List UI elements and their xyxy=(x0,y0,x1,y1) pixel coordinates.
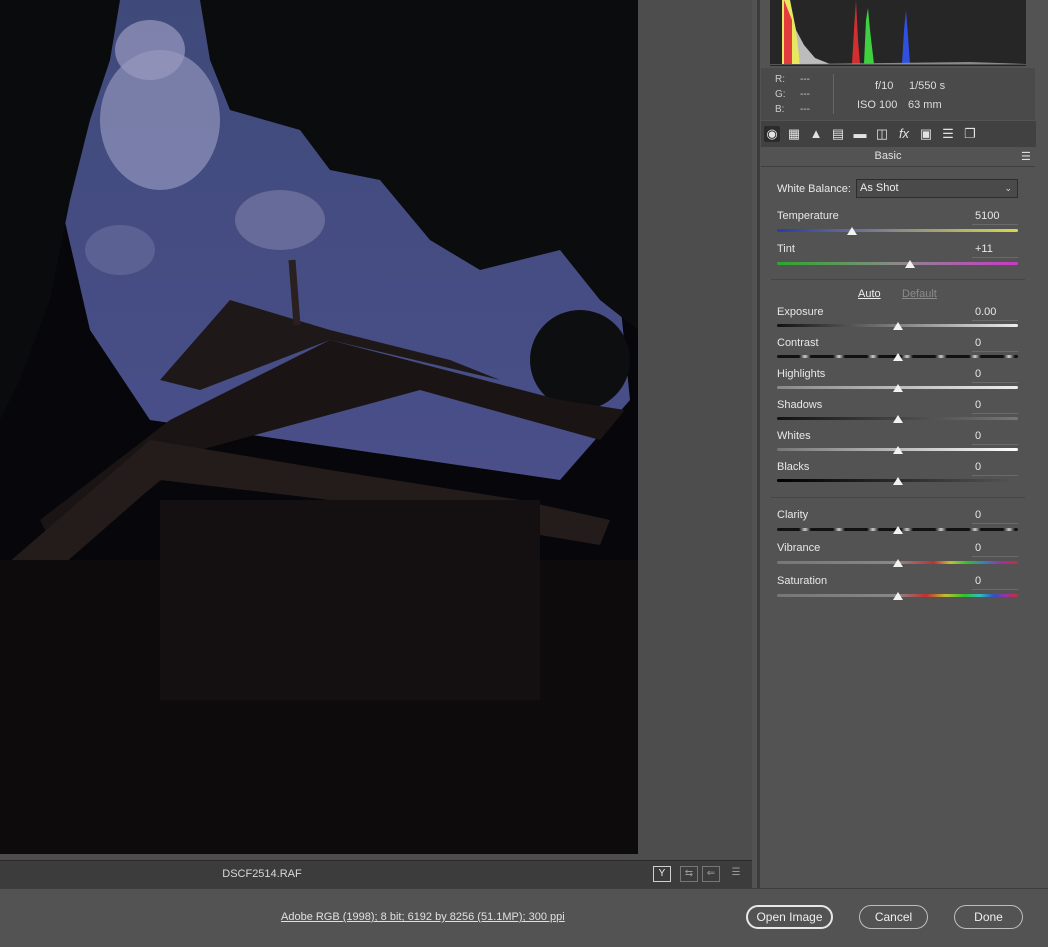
white-balance-select[interactable]: As Shot ⌄ xyxy=(856,179,1018,198)
slider-label: Whites xyxy=(777,430,811,442)
open-image-button[interactable]: Open Image xyxy=(746,905,833,929)
workflow-options-link[interactable]: Adobe RGB (1998); 8 bit; 6192 by 8256 (5… xyxy=(281,911,565,923)
slider-value-field[interactable]: 0 xyxy=(972,368,1018,383)
detail-icon[interactable]: ▲ xyxy=(808,126,824,142)
slider-value-field[interactable]: 0 xyxy=(972,509,1018,524)
section-divider xyxy=(771,497,1025,498)
photo-preview[interactable] xyxy=(0,0,638,854)
photo-image xyxy=(0,0,638,854)
b-label: B: xyxy=(775,104,785,115)
slider-value-field[interactable]: 5100 xyxy=(972,210,1018,225)
lens-corrections-icon[interactable]: ◫ xyxy=(874,126,890,142)
section-title: Basic xyxy=(874,150,902,162)
tone-curve-icon[interactable]: ▦ xyxy=(786,126,802,142)
slider-track xyxy=(777,229,1018,232)
file-name: DSCF2514.RAF xyxy=(222,868,302,880)
white-balance-label: White Balance: xyxy=(777,183,851,195)
done-button[interactable]: Done xyxy=(954,905,1023,929)
slider-label: Blacks xyxy=(777,461,810,473)
copy-settings-icon[interactable]: ⇐ xyxy=(702,866,720,882)
slider-track xyxy=(777,262,1018,265)
chevron-down-icon: ⌄ xyxy=(1004,183,1012,193)
panel-menu-icon[interactable]: ☰ xyxy=(1021,150,1033,163)
slider-value-field[interactable]: 0 xyxy=(972,430,1018,445)
slider-thumb[interactable] xyxy=(892,384,903,392)
slider-label: Vibrance xyxy=(777,542,821,554)
hsl-icon[interactable]: ▤ xyxy=(830,126,846,142)
slider-label: Contrast xyxy=(777,337,819,349)
slider-value-field[interactable]: 0.00 xyxy=(972,306,1018,321)
white-balance-value: As Shot xyxy=(860,182,899,194)
snapshots-icon[interactable]: ❐ xyxy=(962,126,978,142)
slider-label: Highlights xyxy=(777,368,826,380)
slider-thumb[interactable] xyxy=(892,322,903,330)
default-link[interactable]: Default xyxy=(902,288,937,300)
slider-thumb[interactable] xyxy=(892,446,903,454)
swap-settings-icon[interactable]: ⇆ xyxy=(680,866,698,882)
slider-value-field[interactable]: +11 xyxy=(972,243,1018,258)
auto-link[interactable]: Auto xyxy=(858,288,881,300)
slider-label: Saturation xyxy=(777,575,828,587)
slider-label: Clarity xyxy=(777,509,809,521)
g-label: G: xyxy=(775,89,786,100)
histogram-baseline xyxy=(770,64,1026,65)
slider-value-field[interactable]: 0 xyxy=(972,337,1018,352)
presets-icon[interactable]: ☰ xyxy=(940,126,956,142)
effects-icon[interactable]: fx xyxy=(896,126,912,142)
iso-value: ISO 100 xyxy=(857,99,898,111)
section-divider xyxy=(761,166,1035,167)
r-value: --- xyxy=(800,74,810,85)
r-label: R: xyxy=(775,74,785,85)
slider-label: Shadows xyxy=(777,399,823,411)
slider-thumb[interactable] xyxy=(846,227,857,235)
basic-icon[interactable]: ◉ xyxy=(764,126,780,142)
slider-value-field[interactable]: 0 xyxy=(972,575,1018,590)
b-value: --- xyxy=(800,104,810,115)
aperture-value: f/10 xyxy=(875,80,894,92)
shutter-value: 1/550 s xyxy=(909,80,946,92)
readout-divider xyxy=(833,74,834,114)
section-divider xyxy=(771,279,1025,280)
cancel-button[interactable]: Cancel xyxy=(859,905,928,929)
slider-thumb[interactable] xyxy=(892,477,903,485)
slider-label: Exposure xyxy=(777,306,824,318)
slider-thumb[interactable] xyxy=(904,260,915,268)
slider-thumb[interactable] xyxy=(892,559,903,567)
camera-calibration-icon[interactable]: ▣ xyxy=(918,126,934,142)
slider-thumb[interactable] xyxy=(892,353,903,361)
slider-value-field[interactable]: 0 xyxy=(972,399,1018,414)
slider-value-field[interactable]: 0 xyxy=(972,461,1018,476)
slider-label: Temperature xyxy=(777,210,839,222)
slider-thumb[interactable] xyxy=(892,526,903,534)
slider-thumb[interactable] xyxy=(892,415,903,423)
g-value: --- xyxy=(800,89,810,100)
split-toning-icon[interactable]: ▬ xyxy=(852,126,868,142)
before-after-toggle-button[interactable]: Y xyxy=(653,866,671,882)
focal-length-value: 63 mm xyxy=(908,99,942,111)
slider-thumb[interactable] xyxy=(892,592,903,600)
histogram xyxy=(770,0,1026,66)
slider-label: Tint xyxy=(777,243,795,255)
toggle-settings-icon[interactable]: ☰ xyxy=(727,866,745,882)
slider-value-field[interactable]: 0 xyxy=(972,542,1018,557)
